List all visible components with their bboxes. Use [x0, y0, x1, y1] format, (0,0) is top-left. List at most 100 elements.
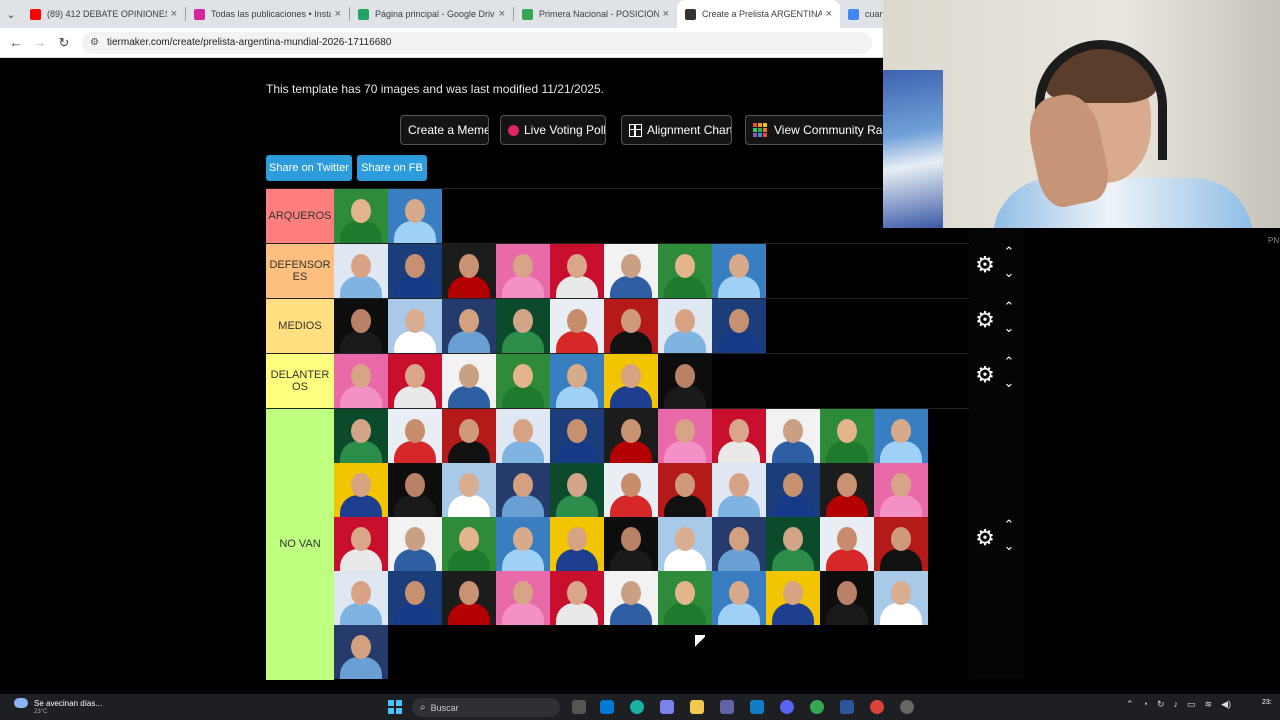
- discord-icon[interactable]: [780, 700, 794, 714]
- player-thumbnail[interactable]: [496, 517, 550, 571]
- player-thumbnail[interactable]: [658, 463, 712, 517]
- obs-icon[interactable]: [900, 700, 914, 714]
- player-thumbnail[interactable]: [334, 463, 388, 517]
- weather-widget[interactable]: Se avecinan días... 23°C: [14, 698, 102, 715]
- tier-label[interactable]: NO VAN: [266, 409, 334, 680]
- back-icon[interactable]: ←: [4, 35, 28, 50]
- player-thumbnail[interactable]: [658, 571, 712, 625]
- player-thumbnail[interactable]: [550, 244, 604, 298]
- close-tab-icon[interactable]: ×: [826, 8, 832, 20]
- player-thumbnail[interactable]: [550, 354, 604, 408]
- file-explorer-icon[interactable]: [690, 700, 704, 714]
- player-thumbnail[interactable]: [712, 517, 766, 571]
- store-icon[interactable]: [750, 700, 764, 714]
- share-twitter-button[interactable]: Share on Twitter: [266, 155, 352, 181]
- player-thumbnail[interactable]: [496, 354, 550, 408]
- chevron-up-icon[interactable]: ⌃: [1126, 699, 1134, 710]
- share-fb-button[interactable]: Share on FB: [357, 155, 427, 181]
- player-thumbnail[interactable]: [712, 299, 766, 353]
- gear-icon[interactable]: ⚙: [974, 254, 996, 276]
- player-thumbnail[interactable]: [388, 409, 442, 463]
- volume-icon[interactable]: ◀): [1221, 699, 1231, 710]
- player-thumbnail[interactable]: [604, 517, 658, 571]
- player-thumbnail[interactable]: [496, 244, 550, 298]
- player-thumbnail[interactable]: [712, 244, 766, 298]
- player-thumbnail[interactable]: [496, 299, 550, 353]
- player-thumbnail[interactable]: [766, 463, 820, 517]
- chevron-up-icon[interactable]: ⌃: [1001, 518, 1017, 531]
- player-thumbnail[interactable]: [334, 354, 388, 408]
- player-thumbnail[interactable]: [820, 571, 874, 625]
- tier-label[interactable]: ARQUEROS: [266, 189, 334, 243]
- tier-label[interactable]: DEFENSOR ES: [266, 244, 334, 298]
- gear-icon[interactable]: ⚙: [974, 309, 996, 331]
- clock[interactable]: 23:: [1262, 698, 1272, 707]
- chevron-up-icon[interactable]: ⌃: [1001, 245, 1017, 258]
- player-thumbnail[interactable]: [550, 517, 604, 571]
- player-thumbnail[interactable]: [658, 409, 712, 463]
- player-thumbnail[interactable]: [658, 299, 712, 353]
- browser-tab[interactable]: Todas las publicaciones • Instag ×: [186, 0, 349, 28]
- player-thumbnail[interactable]: [712, 463, 766, 517]
- player-thumbnail[interactable]: [388, 571, 442, 625]
- tier-label[interactable]: MEDIOS: [266, 299, 334, 353]
- player-thumbnail[interactable]: [604, 299, 658, 353]
- teams-icon[interactable]: [720, 700, 734, 714]
- copilot-icon[interactable]: [660, 700, 674, 714]
- chrome-icon[interactable]: [810, 700, 824, 714]
- live-voting-poll-button[interactable]: Live Voting Poll: [500, 115, 606, 145]
- outlook-icon[interactable]: [600, 700, 614, 714]
- chevron-down-icon[interactable]: ⌄: [1001, 321, 1017, 334]
- player-thumbnail[interactable]: [550, 299, 604, 353]
- reload-icon[interactable]: ↻: [52, 35, 76, 51]
- player-thumbnail[interactable]: [388, 299, 442, 353]
- forward-icon[interactable]: →: [28, 35, 52, 50]
- player-thumbnail[interactable]: [604, 571, 658, 625]
- player-thumbnail[interactable]: [604, 244, 658, 298]
- network-icon[interactable]: ◔: [1143, 699, 1148, 710]
- tab-search-icon[interactable]: ⌄: [0, 0, 22, 28]
- player-thumbnail[interactable]: [874, 571, 928, 625]
- close-tab-icon[interactable]: ×: [499, 8, 505, 20]
- browser-tab[interactable]: Página principal - Google Drive ×: [350, 0, 513, 28]
- player-thumbnail[interactable]: [388, 463, 442, 517]
- browser-tab[interactable]: (89) 412 DEBATE OPINIONES D ×: [22, 0, 185, 28]
- browser-tab[interactable]: Create a Prelista ARGENTINA M ×: [677, 0, 840, 28]
- chrome-profile-icon[interactable]: [870, 700, 884, 714]
- player-thumbnail[interactable]: [658, 354, 712, 408]
- player-thumbnail[interactable]: [388, 354, 442, 408]
- player-thumbnail[interactable]: [496, 571, 550, 625]
- player-thumbnail[interactable]: [874, 463, 928, 517]
- player-thumbnail[interactable]: [820, 517, 874, 571]
- player-thumbnail[interactable]: [604, 463, 658, 517]
- player-thumbnail[interactable]: [334, 571, 388, 625]
- close-tab-icon[interactable]: ×: [663, 8, 669, 20]
- player-thumbnail[interactable]: [766, 409, 820, 463]
- player-thumbnail[interactable]: [496, 463, 550, 517]
- player-thumbnail[interactable]: [334, 409, 388, 463]
- player-thumbnail[interactable]: [550, 409, 604, 463]
- player-thumbnail[interactable]: [712, 571, 766, 625]
- close-tab-icon[interactable]: ×: [335, 8, 341, 20]
- player-thumbnail[interactable]: [442, 244, 496, 298]
- player-thumbnail[interactable]: [766, 571, 820, 625]
- chevron-down-icon[interactable]: ⌄: [1001, 266, 1017, 279]
- chevron-down-icon[interactable]: ⌄: [1001, 376, 1017, 389]
- create-meme-button[interactable]: Create a Meme: [400, 115, 489, 145]
- address-bar[interactable]: ⚙ tiermaker.com/create/prelista-argentin…: [82, 31, 872, 54]
- player-thumbnail[interactable]: [334, 517, 388, 571]
- edge-icon[interactable]: [630, 700, 644, 714]
- player-thumbnail[interactable]: [334, 299, 388, 353]
- player-thumbnail[interactable]: [604, 409, 658, 463]
- browser-tab[interactable]: cuantos: [840, 0, 883, 28]
- site-info-icon[interactable]: ⚙: [90, 37, 99, 48]
- chevron-up-icon[interactable]: ⌃: [1001, 300, 1017, 313]
- player-thumbnail[interactable]: [766, 517, 820, 571]
- player-thumbnail[interactable]: [658, 517, 712, 571]
- player-thumbnail[interactable]: [388, 517, 442, 571]
- player-thumbnail[interactable]: [442, 517, 496, 571]
- player-thumbnail[interactable]: [388, 189, 442, 243]
- player-thumbnail[interactable]: [442, 571, 496, 625]
- player-thumbnail[interactable]: [442, 299, 496, 353]
- player-thumbnail[interactable]: [388, 244, 442, 298]
